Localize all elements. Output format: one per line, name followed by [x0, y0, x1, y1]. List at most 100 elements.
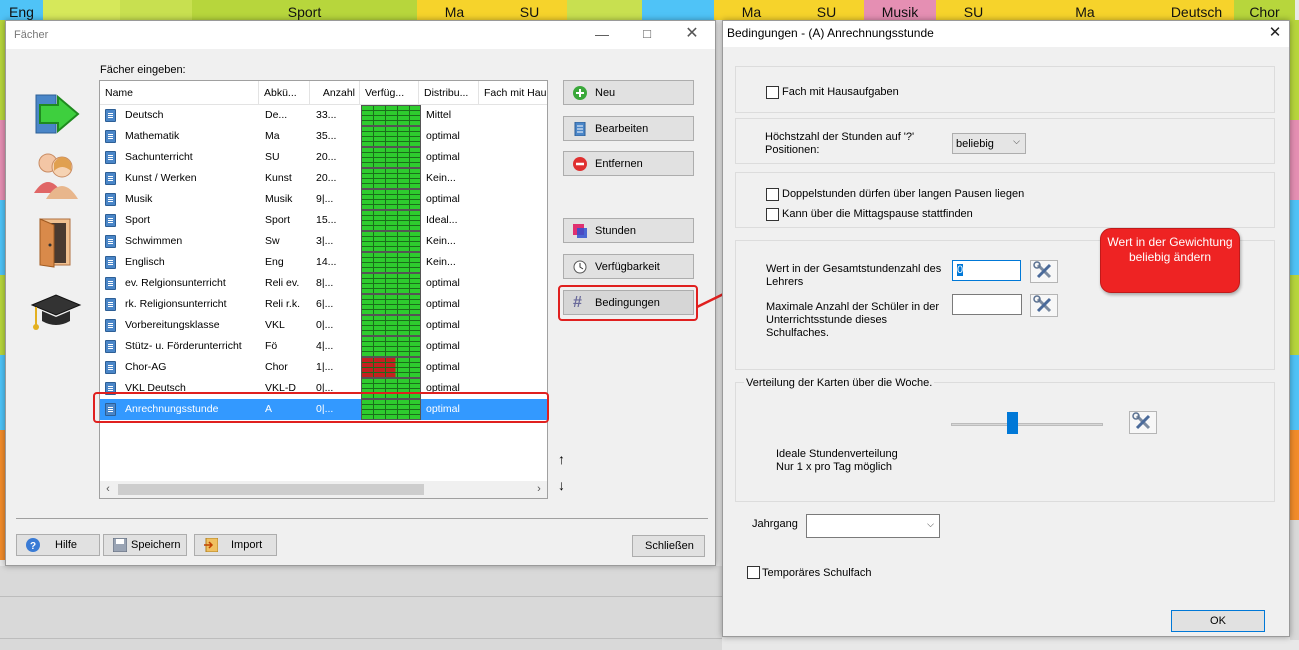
neu-button[interactable]: Neu: [563, 80, 694, 105]
bearbeiten-button[interactable]: Bearbeiten: [563, 116, 694, 141]
hilfe-button[interactable]: ? Hilfe: [16, 534, 100, 556]
minimize-icon[interactable]: —: [591, 25, 613, 43]
verteilung-tool-button[interactable]: [1129, 411, 1157, 434]
window-title: Fächer: [14, 29, 49, 41]
subject-name-cell: Musik: [125, 193, 153, 205]
hoechstzahl-value: beliebig: [956, 138, 994, 150]
column-header-hausaufgaben[interactable]: Fach mit Hau: [479, 81, 547, 105]
add-icon: [573, 86, 587, 100]
table-row[interactable]: Deutsch De... 33... Mittel: [100, 105, 547, 126]
maximize-icon[interactable]: □: [636, 25, 658, 43]
subject-anzahl-cell: 20...: [316, 172, 337, 184]
group-doppelstunden: Doppelstunden dürfen über langen Pausen …: [735, 172, 1275, 228]
group-hoechstzahl: Höchstzahl der Stunden auf '?' Positione…: [735, 118, 1275, 164]
ok-button[interactable]: OK: [1171, 610, 1265, 632]
table-row[interactable]: Sport Sport 15... Ideal...: [100, 210, 547, 231]
scroll-left-icon[interactable]: ‹: [100, 482, 116, 497]
subject-anzahl-cell: 33...: [316, 109, 337, 121]
door-icon[interactable]: [28, 217, 84, 269]
table-row[interactable]: Englisch Eng 14... Kein...: [100, 252, 547, 273]
column-header-name[interactable]: Name: [100, 81, 259, 105]
verteilung-label: Verteilung der Karten über die Woche.: [744, 377, 935, 389]
entfernen-button[interactable]: Entfernen: [563, 151, 694, 176]
scroll-right-icon[interactable]: ›: [531, 482, 547, 497]
verteilung-slider-track[interactable]: [951, 423, 1103, 426]
scroll-thumb[interactable]: [118, 484, 424, 495]
table-row[interactable]: Sachunterricht SU 20... optimal: [100, 147, 547, 168]
speichern-button[interactable]: Speichern: [103, 534, 187, 556]
wert-input[interactable]: 0: [952, 260, 1021, 281]
subject-distribution-cell: optimal: [426, 319, 460, 331]
column-header-abk[interactable]: Abkü...: [259, 81, 310, 105]
bearbeiten-label: Bearbeiten: [595, 123, 649, 135]
move-up-icon[interactable]: ↑: [558, 451, 565, 467]
stunden-icon: [573, 224, 587, 238]
subject-distribution-cell: optimal: [426, 298, 460, 310]
stunden-button[interactable]: Stunden: [563, 218, 694, 243]
subjects-list[interactable]: Name Abkü... Anzahl Verfüg... Distribu..…: [99, 80, 548, 499]
mittagspause-checkbox[interactable]: [766, 208, 779, 221]
temporaer-checkbox[interactable]: [747, 566, 760, 579]
verteilung-slider-thumb[interactable]: [1006, 412, 1018, 434]
teachers-icon[interactable]: [28, 149, 84, 201]
subject-anzahl-cell: 4|...: [316, 340, 334, 352]
table-row[interactable]: Kunst / Werken Kunst 20... Kein...: [100, 168, 547, 189]
subject-abk-cell: Kunst: [265, 172, 292, 184]
column-header-verfuegbarkeit[interactable]: Verfüg...: [360, 81, 419, 105]
entfernen-label: Entfernen: [595, 158, 643, 170]
move-down-icon[interactable]: ↓: [558, 477, 565, 493]
subject-document-icon: [105, 277, 116, 290]
highlight-bedingungen-button: [558, 285, 698, 321]
horizontal-scrollbar[interactable]: ‹ ›: [100, 481, 547, 498]
hausaufgaben-label: Fach mit Hausaufgaben: [782, 86, 899, 98]
subject-arrow-icon[interactable]: [28, 89, 84, 141]
table-row[interactable]: Musik Musik 9|... optimal: [100, 189, 547, 210]
subject-document-icon: [105, 256, 116, 269]
availability-grid: [361, 105, 421, 126]
separator-line: [16, 518, 708, 519]
hoechstzahl-select[interactable]: beliebig ⌵: [952, 133, 1026, 154]
jahrgang-select[interactable]: ⌵: [806, 514, 940, 538]
max-schueler-tool-button[interactable]: [1030, 294, 1058, 317]
timetable-header-cell: SU: [789, 0, 864, 20]
subject-document-icon: [105, 214, 116, 227]
table-row[interactable]: Schwimmen Sw 3|... Kein...: [100, 231, 547, 252]
bedingungen-dialog: Bedingungen - (A) Anrechnungsstunde ✕ Fa…: [722, 20, 1290, 637]
availability-grid: [361, 294, 421, 315]
subject-abk-cell: VKL: [265, 319, 285, 331]
subject-document-icon: [105, 130, 116, 143]
verfuegbarkeit-button[interactable]: Verfügbarkeit: [563, 254, 694, 279]
subject-distribution-cell: Mittel: [426, 109, 452, 121]
timetable-header-cell: Musik: [864, 0, 936, 20]
table-row[interactable]: Chor-AG Chor 1|... optimal: [100, 357, 547, 378]
table-row[interactable]: Stütz- u. Förderunterricht Fö 4|... optimal: [100, 336, 547, 357]
timetable-header-cell: [642, 0, 714, 20]
import-label: Import: [231, 539, 263, 551]
hausaufgaben-checkbox[interactable]: [766, 86, 779, 99]
subject-name-cell: Deutsch: [125, 109, 164, 121]
subject-anzahl-cell: 8|...: [316, 277, 334, 289]
mittagspause-label: Kann über die Mittagspause stattfinden: [782, 208, 973, 220]
doppelstunden-checkbox[interactable]: [766, 188, 779, 201]
subject-document-icon: [105, 109, 116, 122]
column-header-anzahl[interactable]: Anzahl: [310, 81, 360, 105]
wert-tool-button[interactable]: [1030, 260, 1058, 283]
subject-distribution-cell: Ideal...: [426, 214, 458, 226]
import-button[interactable]: Import: [194, 534, 277, 556]
close-icon[interactable]: ✕: [681, 25, 703, 43]
schliessen-button[interactable]: Schließen: [632, 535, 705, 557]
table-row[interactable]: ev. Relgionsunterricht Reli ev. 8|... optim…: [100, 273, 547, 294]
table-row[interactable]: Vorbereitungsklasse VKL 0|... optimal: [100, 315, 547, 336]
table-row[interactable]: Mathematik Ma 35... optimal: [100, 126, 547, 147]
dialog-close-icon[interactable]: ✕: [1264, 24, 1286, 42]
clock-icon: [573, 260, 587, 274]
column-header-distribution[interactable]: Distribu...: [419, 81, 479, 105]
subject-abk-cell: Chor: [265, 361, 288, 373]
subject-abk-cell: Reli ev.: [265, 277, 300, 289]
graduation-cap-icon[interactable]: [28, 287, 84, 339]
subject-anzahl-cell: 15...: [316, 214, 337, 226]
timetable-header-strip: Eng Sport Ma SU Ma SU Musik SU Ma Deutsch Chor: [0, 0, 1299, 20]
table-row[interactable]: rk. Religionsunterricht Reli r.k. 6|... opt…: [100, 294, 547, 315]
max-schueler-input[interactable]: [952, 294, 1022, 315]
subject-name-cell: Englisch: [125, 256, 165, 268]
